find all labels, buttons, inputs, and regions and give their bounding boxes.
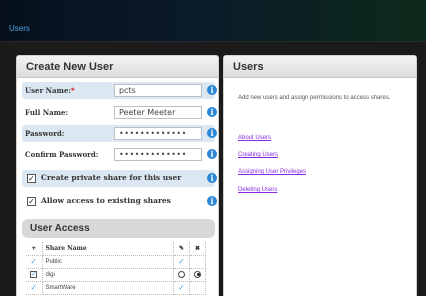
check-icon[interactable]: ✓ (173, 281, 190, 295)
create-private-share-row: ✓ Create private share for this user i (22, 170, 217, 187)
password-label: Password: (25, 129, 65, 138)
info-icon[interactable]: i (207, 173, 217, 183)
pencil-icon: ✎ (173, 242, 190, 256)
table-row: ✓ SmartWare ✓ (26, 281, 206, 295)
link-deleting-users[interactable]: Deleting Users (238, 187, 277, 193)
deny-cell[interactable] (189, 255, 206, 269)
page-title: Users (9, 24, 30, 33)
info-icon[interactable]: i (207, 107, 217, 117)
deny-radio-cell[interactable] (189, 268, 206, 282)
allow-existing-shares-label: Allow access to existing shares (41, 196, 171, 205)
link-assigning-user-privileges[interactable]: Assigning User Privileges (238, 169, 306, 175)
edit-radio-cell[interactable] (173, 268, 190, 282)
row-checkbox[interactable]: ✓ (26, 268, 43, 282)
info-icon[interactable]: i (207, 128, 217, 138)
user-name-row: User Name:* pcts i (22, 82, 217, 99)
share-access-table: + Share Name ✎ ✖ ✓ Public ✓ ✓ digi ✓ Sma… (26, 242, 206, 295)
table-row: ✓ Public ✓ (26, 255, 206, 269)
link-about-users[interactable]: About Users (238, 135, 271, 141)
share-name-cell: digi (42, 268, 174, 282)
users-help-description: Add new users and assign permissions to … (238, 95, 391, 101)
table-row: ✓ digi (26, 268, 206, 282)
create-user-panel: Create New User User Name:* pcts i Full … (16, 55, 219, 296)
create-private-share-label: Create private share for this user (41, 173, 182, 182)
confirm-password-input[interactable]: ••••••••••••• (114, 148, 202, 161)
confirm-password-label: Confirm Password: (25, 150, 99, 159)
info-icon[interactable]: i (207, 196, 217, 206)
full-name-input[interactable]: Peeter Meeter (114, 106, 202, 119)
check-icon[interactable]: ✓ (26, 281, 43, 295)
deny-radio[interactable] (194, 270, 201, 278)
create-user-title: Create New User (17, 56, 218, 78)
users-help-title: Users (224, 56, 416, 78)
edit-radio[interactable] (178, 270, 185, 278)
confirm-password-row: Confirm Password: ••••••••••••• i (22, 146, 217, 163)
x-icon: ✖ (189, 242, 206, 256)
allow-existing-shares-checkbox[interactable]: ✓ (27, 197, 36, 206)
info-icon[interactable]: i (207, 85, 217, 95)
deny-cell[interactable] (189, 281, 206, 295)
user-name-label: User Name:* (25, 86, 75, 95)
password-input[interactable]: ••••••••••••• (114, 127, 202, 140)
link-creating-users[interactable]: Creating Users (238, 152, 278, 158)
users-help-panel: Users Add new users and assign permissio… (223, 55, 417, 296)
full-name-label: Full Name: (25, 108, 69, 117)
plus-icon[interactable]: + (26, 242, 43, 256)
password-row: Password: ••••••••••••• i (22, 125, 217, 142)
share-name-cell: Public (42, 255, 174, 269)
share-name-cell: SmartWare (42, 281, 174, 295)
info-icon[interactable]: i (207, 149, 217, 159)
content-area: Create New User User Name:* pcts i Full … (0, 43, 426, 296)
check-icon[interactable]: ✓ (26, 255, 43, 269)
user-name-input[interactable]: pcts (114, 84, 202, 97)
top-bar: Users (0, 0, 426, 42)
table-header-row: + Share Name ✎ ✖ (26, 242, 206, 256)
share-name-header: Share Name (42, 242, 174, 256)
check-icon[interactable]: ✓ (30, 271, 38, 279)
full-name-row: Full Name: Peeter Meeter i (22, 104, 217, 121)
user-access-title: User Access (22, 219, 215, 238)
allow-existing-shares-row: ✓ Allow access to existing shares i (22, 193, 217, 210)
check-icon[interactable]: ✓ (173, 255, 190, 269)
create-private-share-checkbox[interactable]: ✓ (27, 174, 36, 183)
